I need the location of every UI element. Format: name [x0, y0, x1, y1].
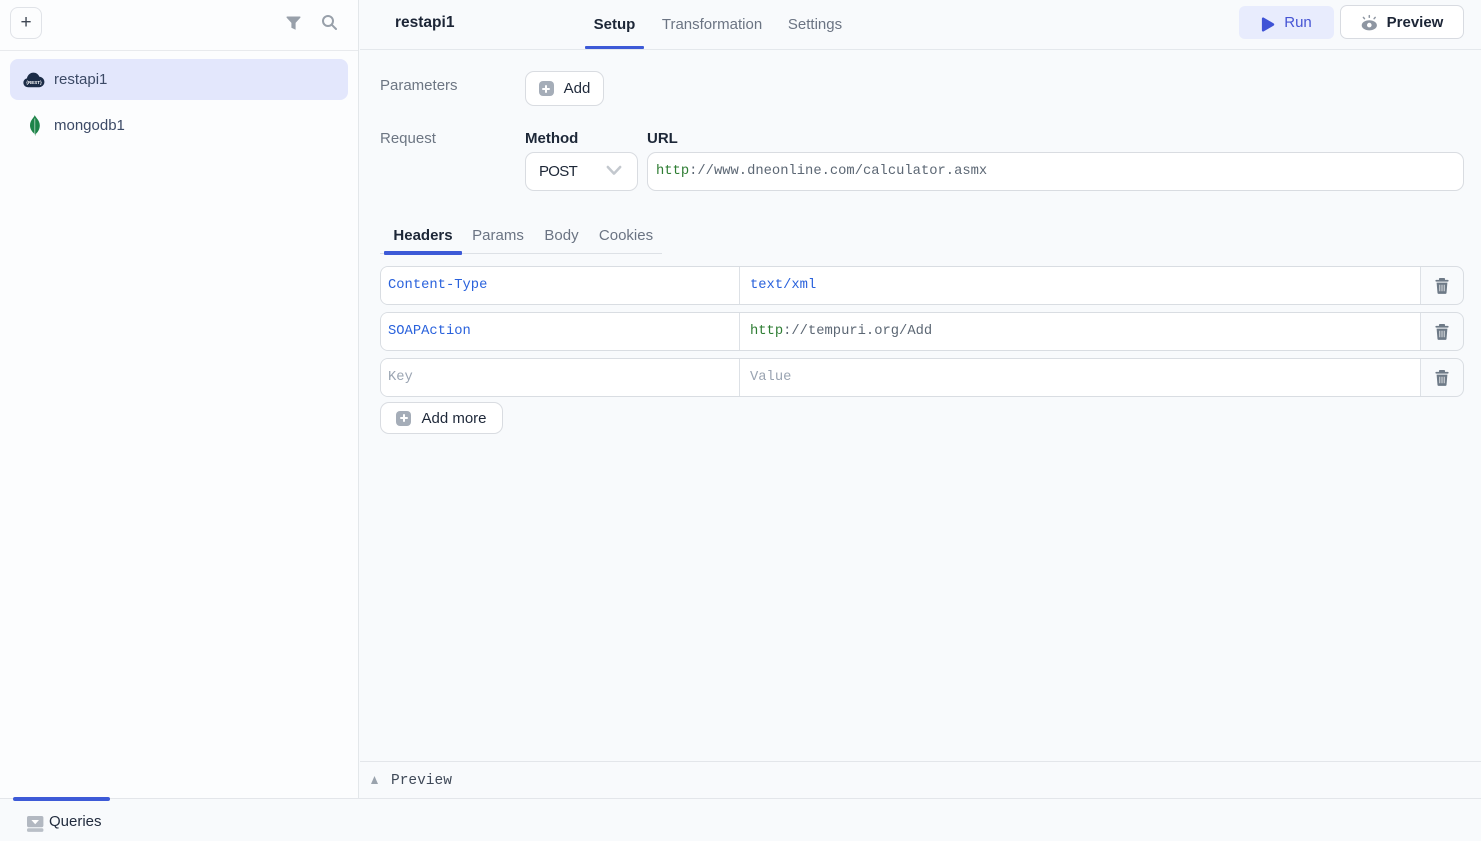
- svg-text:{REST}: {REST}: [26, 80, 42, 85]
